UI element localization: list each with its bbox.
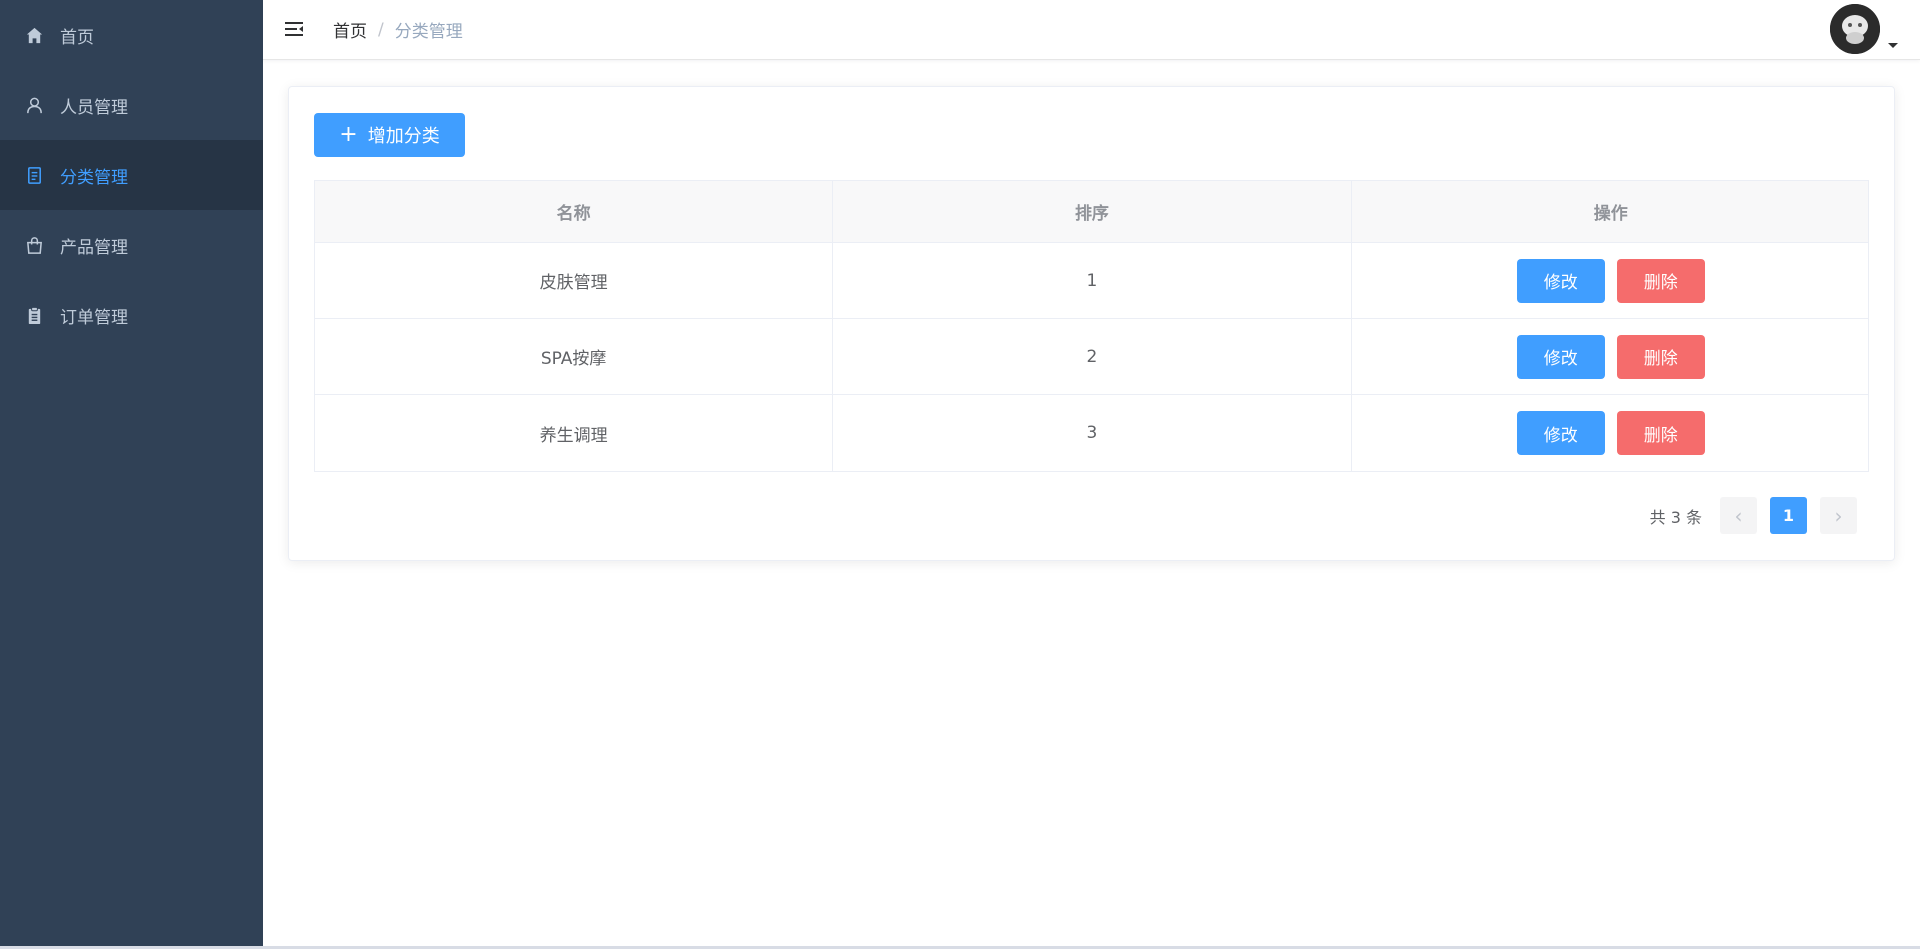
column-header-sort: 排序 [833,181,1352,242]
chevron-right-icon: › [1834,503,1843,528]
delete-button[interactable]: 删除 [1616,334,1705,379]
table-row: 皮肤管理 1 修改 删除 [315,243,1868,319]
add-category-button[interactable]: + 增加分类 [314,113,465,157]
sidebar-item-home[interactable]: 首页 [0,0,263,70]
sidebar-item-order[interactable]: 订单管理 [0,280,263,350]
caret-down-icon[interactable] [1888,43,1898,48]
sidebar-item-staff[interactable]: 人员管理 [0,70,263,140]
category-table: 名称 排序 操作 皮肤管理 1 修改 删除 SPA按摩 2 修改 删除 养生调理… [314,180,1869,472]
sidebar-item-label: 订单管理 [60,307,128,328]
home-icon [24,25,44,45]
avatar[interactable] [1830,4,1880,54]
column-header-actions: 操作 [1593,204,1628,224]
cell-name: 皮肤管理 [315,243,834,318]
prev-page-button[interactable]: ‹ [1720,497,1757,534]
cell-actions: 修改 删除 [1352,243,1870,318]
add-category-label: 增加分类 [367,126,440,147]
clipboard-icon [24,305,44,325]
cell-actions: 修改 删除 [1352,319,1870,394]
document-icon [24,165,44,185]
table-row: 养生调理 3 修改 删除 [315,395,1868,471]
content-card: + 增加分类 名称 排序 操作 皮肤管理 1 修改 删除 SPA按摩 2 修改 … [288,86,1895,561]
pagination: 共 3 条 ‹ 1 › [1650,497,1857,534]
cell-name: SPA按摩 [315,319,834,394]
menu-toggle-icon[interactable] [283,19,305,41]
page-number-button[interactable]: 1 [1770,497,1807,534]
column-header-name: 名称 [315,181,834,242]
pagination-total: 共 3 条 [1649,507,1702,527]
sidebar-item-label: 产品管理 [60,237,128,258]
breadcrumb-separator: / [378,19,384,40]
shopping-bag-icon [24,235,44,255]
table-header-row: 名称 排序 操作 [315,181,1868,243]
plus-icon: + [339,122,358,147]
cell-sort: 1 [833,243,1352,318]
edit-button[interactable]: 修改 [1516,258,1605,303]
next-page-button[interactable]: › [1820,497,1857,534]
sidebar-item-label: 首页 [60,27,94,48]
main-area: 首页 / 分类管理 + 增加分类 名称 排序 操作 皮肤管理 1 修改 删除 S… [263,0,1920,946]
edit-button[interactable]: 修改 [1516,334,1605,379]
navbar: 首页 / 分类管理 [263,0,1920,60]
cell-actions: 修改 删除 [1352,395,1870,471]
sidebar-item-label: 分类管理 [60,167,128,188]
delete-button[interactable]: 删除 [1616,258,1705,303]
table-row: SPA按摩 2 修改 删除 [315,319,1868,395]
user-menu[interactable] [1830,4,1898,54]
edit-button[interactable]: 修改 [1516,411,1605,455]
sidebar: 首页 人员管理 分类管理 产品管理 订单管理 [0,0,263,946]
breadcrumb-current: 分类管理 [394,22,463,42]
sidebar-item-label: 人员管理 [60,97,128,118]
cell-name: 养生调理 [315,395,834,471]
chevron-left-icon: ‹ [1734,503,1743,528]
sidebar-item-category[interactable]: 分类管理 [0,140,263,210]
sidebar-item-product[interactable]: 产品管理 [0,210,263,280]
breadcrumb: 首页 / 分类管理 [333,17,463,43]
breadcrumb-home[interactable]: 首页 [333,17,367,42]
delete-button[interactable]: 删除 [1616,411,1705,455]
cell-sort: 3 [833,395,1352,471]
cell-sort: 2 [833,319,1352,394]
user-icon [24,95,44,115]
